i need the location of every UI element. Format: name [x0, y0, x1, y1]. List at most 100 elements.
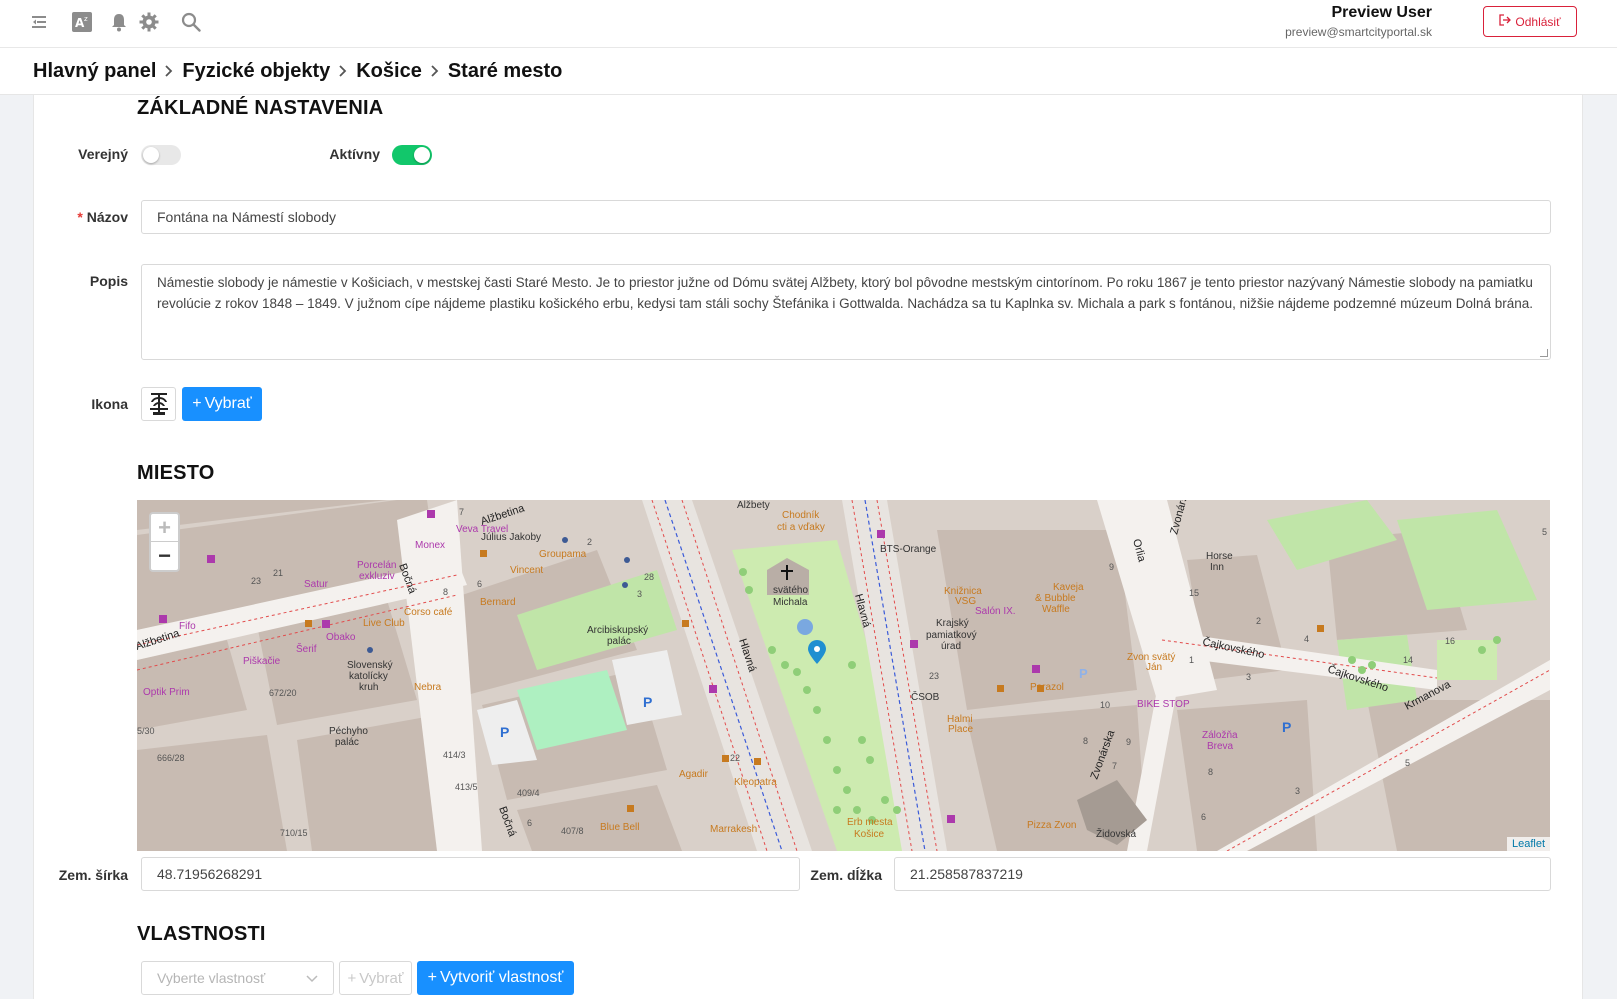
- svg-text:Inn: Inn: [1210, 562, 1224, 573]
- svg-text:Krajský: Krajský: [936, 618, 969, 629]
- logout-icon: [1499, 14, 1512, 29]
- bell-icon[interactable]: [107, 10, 131, 34]
- section-title-basic: ZÁKLADNÉ NASTAVENIA: [137, 97, 384, 119]
- svg-text:Marrakesh: Marrakesh: [710, 824, 757, 835]
- svg-text:5: 5: [1542, 527, 1547, 537]
- svg-text:Place: Place: [948, 724, 973, 735]
- svg-text:Breva: Breva: [1207, 741, 1234, 752]
- breadcrumb: Hlavný panel Fyzické objekty Košice Star…: [0, 48, 1617, 95]
- svg-text:8: 8: [1208, 767, 1213, 777]
- name-input[interactable]: Fontána na Námestí slobody: [141, 200, 1551, 234]
- svg-text:Nebra: Nebra: [414, 682, 442, 693]
- breadcrumb-item-physical-objects[interactable]: Fyzické objekty: [182, 60, 330, 83]
- svg-text:414/3: 414/3: [443, 750, 466, 760]
- svg-text:Erb mesta: Erb mesta: [847, 817, 893, 828]
- name-label-text: Názov: [86, 209, 128, 225]
- location-map[interactable]: PPP P Alžbetina Alžbetina Hlavná Hlavná …: [137, 500, 1550, 851]
- svg-text:Piškačie: Piškačie: [243, 656, 281, 667]
- section-title-location: MIESTO: [137, 462, 215, 484]
- svg-text:VSG: VSG: [955, 596, 976, 607]
- svg-text:Parazol: Parazol: [1030, 682, 1064, 693]
- svg-text:Obako: Obako: [326, 632, 356, 643]
- svg-text:5: 5: [1405, 758, 1410, 768]
- svg-text:Monex: Monex: [415, 540, 445, 551]
- zoom-in-button[interactable]: +: [151, 514, 178, 542]
- svg-text:Michala: Michala: [773, 597, 808, 608]
- property-select-placeholder: Vyberte vlastnosť: [157, 970, 266, 986]
- chevron-right-icon: [156, 64, 182, 78]
- svg-text:6: 6: [1201, 812, 1206, 822]
- gear-icon[interactable]: [137, 10, 161, 34]
- svg-text:Záložňa: Záložňa: [1202, 730, 1238, 741]
- svg-text:Salón IX.: Salón IX.: [975, 606, 1016, 617]
- svg-text:15: 15: [1189, 588, 1199, 598]
- svg-text:Live Club: Live Club: [363, 618, 405, 629]
- svg-text:katolícky: katolícky: [349, 671, 388, 682]
- svg-text:exkluziv: exkluziv: [359, 571, 395, 582]
- svg-text:Péchyho: Péchyho: [329, 726, 368, 737]
- svg-text:3: 3: [1246, 672, 1251, 682]
- svg-text:9: 9: [1126, 737, 1131, 747]
- search-icon[interactable]: [179, 10, 203, 34]
- user-name: Preview User: [1331, 4, 1432, 21]
- choose-property-label: Vybrať: [359, 969, 404, 987]
- svg-text:2: 2: [587, 537, 592, 547]
- description-text: Námestie slobody je námestie v Košiciach…: [157, 275, 1533, 311]
- breadcrumb-item-kosice[interactable]: Košice: [356, 60, 422, 83]
- logout-button[interactable]: Odhlásiť: [1483, 6, 1577, 37]
- resize-handle[interactable]: [1540, 349, 1548, 357]
- choose-icon-button[interactable]: + Vybrať: [182, 387, 262, 421]
- breadcrumb-item-stare-mesto: Staré mesto: [447, 59, 563, 82]
- name-label: * Názov: [40, 209, 128, 225]
- svg-text:Porcelán: Porcelán: [357, 560, 396, 571]
- plus-icon: +: [427, 969, 437, 986]
- svg-text:BTS-Orange: BTS-Orange: [880, 544, 937, 555]
- chevron-down-icon: [306, 970, 318, 986]
- map-attribution[interactable]: Leaflet: [1506, 837, 1550, 851]
- public-label: Verejný: [78, 146, 128, 162]
- svg-text:Kaveja: Kaveja: [1053, 582, 1084, 593]
- translate-icon[interactable]: Az: [70, 10, 94, 34]
- svg-text:6: 6: [477, 579, 482, 589]
- svg-text:23: 23: [929, 671, 939, 681]
- svg-text:Groupama: Groupama: [539, 549, 587, 560]
- breadcrumb-item-dashboard[interactable]: Hlavný panel: [33, 60, 156, 83]
- property-select[interactable]: Vyberte vlastnosť: [141, 961, 334, 995]
- longitude-input[interactable]: 21.258587837219: [894, 857, 1551, 891]
- svg-text:16: 16: [1445, 636, 1455, 646]
- svg-text:413/5: 413/5: [455, 782, 478, 792]
- svg-text:710/15: 710/15: [280, 828, 308, 838]
- top-bar: Az Preview User preview@smartcityportal.…: [0, 0, 1617, 48]
- public-toggle[interactable]: [141, 145, 181, 165]
- svg-text:9: 9: [1109, 562, 1114, 572]
- svg-text:Pizza Zvon: Pizza Zvon: [1027, 820, 1076, 831]
- active-toggle[interactable]: [392, 145, 432, 165]
- svg-text:Chodník: Chodník: [782, 510, 820, 521]
- svg-text:svätého: svätého: [773, 585, 808, 596]
- svg-text:Alžbety: Alžbety: [737, 500, 770, 511]
- menu-fold-icon[interactable]: [29, 10, 53, 34]
- svg-text:P: P: [500, 724, 509, 740]
- create-property-label: Vytvoriť vlastnosť: [439, 969, 564, 986]
- svg-text:Blue Bell: Blue Bell: [600, 822, 639, 833]
- svg-text:5/30: 5/30: [137, 726, 155, 736]
- svg-text:Horse: Horse: [1206, 551, 1233, 562]
- svg-text:Slovenský: Slovenský: [347, 660, 393, 671]
- svg-text:4: 4: [1304, 634, 1309, 644]
- svg-text:z: z: [84, 15, 88, 23]
- choose-property-button[interactable]: + Vybrať: [339, 961, 412, 995]
- svg-text:28: 28: [644, 572, 654, 582]
- svg-text:10: 10: [1100, 700, 1110, 710]
- svg-text:14: 14: [1403, 655, 1413, 665]
- zoom-out-button[interactable]: −: [151, 542, 178, 570]
- svg-text:7: 7: [1112, 761, 1117, 771]
- latitude-input[interactable]: 48.71956268291: [141, 857, 800, 891]
- svg-text:Satur: Satur: [304, 579, 329, 590]
- create-property-button[interactable]: + Vytvoriť vlastnosť: [417, 961, 574, 995]
- description-textarea[interactable]: Námestie slobody je námestie v Košiciach…: [141, 264, 1551, 360]
- svg-text:23: 23: [251, 576, 261, 586]
- icon-label: Ikona: [91, 396, 128, 412]
- svg-text:409/4: 409/4: [517, 788, 540, 798]
- choose-icon-label: Vybrať: [204, 395, 252, 412]
- logout-label: Odhlásiť: [1515, 14, 1561, 29]
